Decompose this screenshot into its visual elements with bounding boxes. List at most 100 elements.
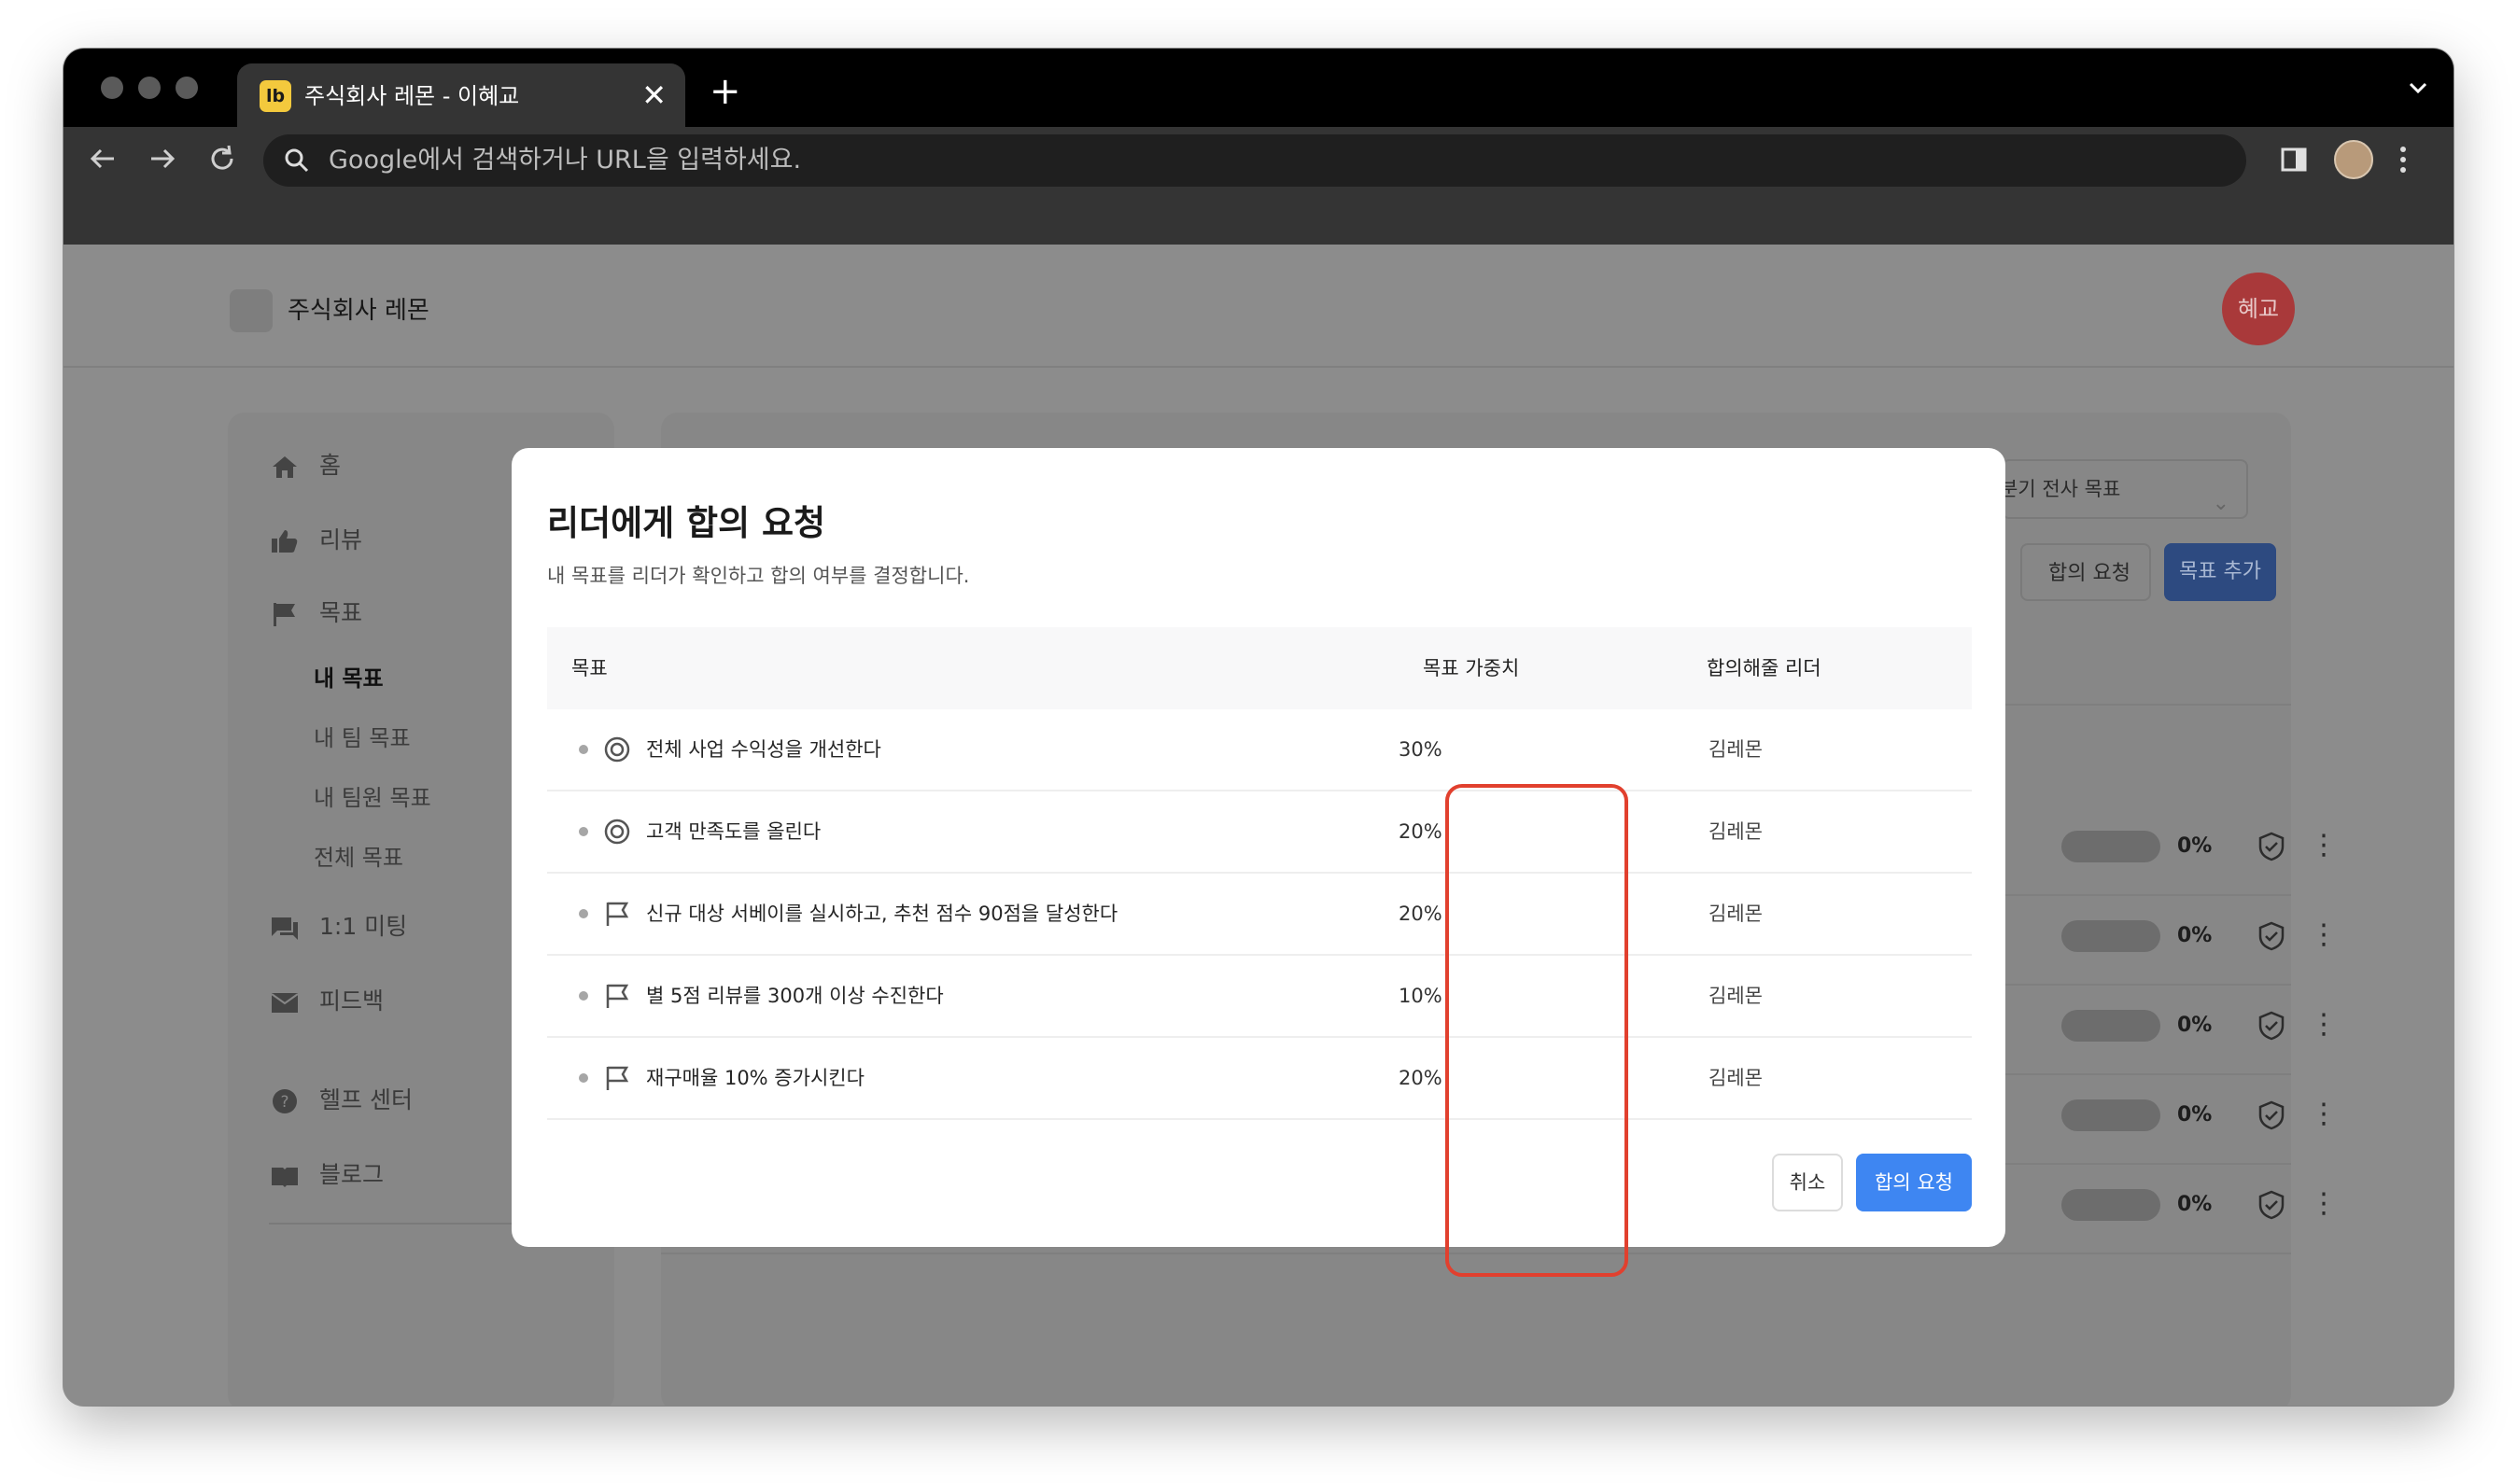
column-header-goal: 목표 (571, 657, 608, 679)
period-select-value: 분기 전사 목표 (2000, 478, 2121, 500)
sidebar-label: 헬프 센터 (319, 1086, 413, 1113)
goal-weight: 10% (1399, 985, 1442, 1007)
sidebar-item-meeting[interactable]: 1:1 미팅 (269, 911, 407, 943)
goal-title: 별 5점 리뷰를 300개 이상 수진한다 (646, 985, 944, 1007)
sidebar-subitem-team-goals[interactable]: 내 팀 목표 (314, 722, 411, 754)
back-icon[interactable] (84, 140, 121, 177)
browser-menu-icon[interactable] (2394, 144, 2412, 175)
more-icon[interactable]: ⋮ (2310, 829, 2338, 862)
add-goal-button[interactable]: 목표 추가 (2164, 543, 2276, 601)
goal-weight: 20% (1399, 1067, 1442, 1089)
table-header: 목표 목표 가중치 합의해줄 리더 (547, 627, 1972, 709)
sidebar-subitem-my-goals[interactable]: 내 목표 (314, 663, 384, 694)
progress-bar (2061, 1099, 2160, 1131)
progress-value: 0% (2177, 1014, 2213, 1037)
user-avatar[interactable]: 혜교 (2222, 273, 2295, 345)
progress-bar (2061, 1010, 2160, 1042)
sidebar-item-blog[interactable]: 블로그 (269, 1159, 384, 1191)
sidebar-subitem-all-goals[interactable]: 전체 목표 (314, 842, 403, 874)
flag-outline-icon (606, 1066, 629, 1090)
reload-icon[interactable] (204, 140, 241, 177)
app-page: 주식회사 레몬 혜교 홈 리뷰 목표 내 목표 내 팀 목표 내 팀원 목표 전… (63, 245, 2454, 1406)
company-name[interactable]: 주식회사 레몬 (288, 289, 429, 332)
progress-bar (2061, 831, 2160, 862)
new-tab-icon[interactable]: + (710, 73, 741, 110)
forward-icon[interactable] (144, 140, 181, 177)
check-shield-icon[interactable] (2256, 1010, 2287, 1042)
goal-title: 전체 사업 수익성을 개선한다 (646, 738, 881, 761)
table-row: 고객 만족도를 올린다 20% 김레몬 (547, 791, 1972, 874)
sidebar-label: 블로그 (319, 1161, 385, 1188)
help-icon: ? (273, 1089, 297, 1113)
period-select[interactable]: 분기 전사 목표 ⌄ (2000, 459, 2248, 519)
side-panel-icon[interactable] (2280, 146, 2308, 174)
address-placeholder: Google에서 검색하거나 URL을 입력하세요. (329, 146, 802, 175)
weight-column-highlight (1445, 784, 1628, 1277)
tab-list-chevron-icon[interactable] (2405, 75, 2431, 101)
more-icon[interactable]: ⋮ (2310, 1008, 2338, 1042)
sidebar-item-goals[interactable]: 목표 (269, 597, 362, 629)
goal-title: 재구매율 10% 증가시킨다 (646, 1067, 865, 1089)
flag-outline-icon (606, 902, 629, 926)
maximize-window-button[interactable] (176, 77, 198, 99)
sidebar-item-help[interactable]: ? 헬프 센터 (269, 1085, 413, 1116)
progress-value: 0% (2177, 1193, 2213, 1216)
more-icon[interactable]: ⋮ (2310, 1098, 2338, 1131)
goal-title: 고객 만족도를 올린다 (646, 820, 822, 843)
favicon-icon: lb (260, 80, 291, 112)
goal-leader: 김레몬 (1708, 738, 1763, 761)
progress-value: 0% (2177, 924, 2213, 947)
flag-icon (274, 603, 295, 626)
browser-window: lb 주식회사 레몬 - 이혜교 ✕ + Google에서 검색하거나 URL을… (63, 49, 2454, 1406)
sidebar-item-feedback[interactable]: 피드백 (269, 986, 384, 1017)
goal-leader: 김레몬 (1708, 1067, 1763, 1089)
target-icon (604, 819, 630, 845)
agreement-request-modal: 리더에게 합의 요청 내 목표를 리더가 확인하고 합의 여부를 결정합니다. … (512, 448, 2005, 1277)
column-header-weight: 목표 가중치 (1423, 657, 1520, 679)
bullet-icon (579, 991, 588, 1001)
check-shield-icon[interactable] (2256, 831, 2287, 862)
sidebar-label: 피드백 (319, 987, 385, 1015)
bullet-icon (579, 1073, 588, 1083)
check-shield-icon[interactable] (2256, 920, 2287, 952)
tab-close-icon[interactable]: ✕ (641, 78, 667, 112)
target-icon (604, 736, 630, 763)
goal-leader: 김레몬 (1708, 903, 1763, 925)
minimize-window-button[interactable] (138, 77, 161, 99)
table-row: 전체 사업 수익성을 개선한다 30% 김레몬 (547, 709, 1972, 791)
bullet-icon (579, 827, 588, 836)
close-window-button[interactable] (101, 77, 123, 99)
more-icon[interactable]: ⋮ (2310, 918, 2338, 952)
home-icon (273, 456, 297, 478)
building-icon (230, 289, 273, 332)
cancel-button[interactable]: 취소 (1772, 1154, 1843, 1211)
more-icon[interactable]: ⋮ (2310, 1187, 2338, 1221)
table-row: 별 5점 리뷰를 300개 이상 수진한다 10% 김레몬 (547, 956, 1972, 1038)
goal-weight: 20% (1399, 903, 1442, 925)
profile-avatar-icon[interactable] (2334, 140, 2373, 179)
sidebar-item-review[interactable]: 리뷰 (269, 525, 362, 556)
bullet-icon (579, 745, 588, 754)
goal-leader: 김레몬 (1708, 820, 1763, 843)
agree-request-button[interactable]: 합의 요청 (2020, 543, 2151, 601)
search-icon (285, 148, 309, 173)
table-row: 신규 대상 서베이를 실시하고, 추천 점수 90점을 달성한다 20% 김레몬 (547, 874, 1972, 956)
sidebar-label: 목표 (319, 599, 363, 626)
chevron-down-icon: ⌄ (2212, 492, 2229, 515)
check-shield-icon[interactable] (2256, 1099, 2287, 1131)
check-shield-icon[interactable] (2256, 1189, 2287, 1221)
address-bar[interactable]: Google에서 검색하거나 URL을 입력하세요. (263, 134, 2246, 187)
sidebar-label: 홈 (319, 452, 342, 479)
chat-icon (272, 917, 298, 940)
flag-outline-icon (606, 984, 629, 1008)
sidebar-item-home[interactable]: 홈 (269, 450, 341, 482)
goal-title: 신규 대상 서베이를 실시하고, 추천 점수 90점을 달성한다 (646, 903, 1118, 925)
goal-weight: 20% (1399, 820, 1442, 843)
goal-weight: 30% (1399, 738, 1442, 761)
progress-value: 0% (2177, 1103, 2213, 1127)
sidebar-subitem-member-goals[interactable]: 내 팀원 목표 (314, 782, 431, 814)
request-agreement-button[interactable]: 합의 요청 (1856, 1154, 1972, 1211)
browser-tab[interactable]: lb 주식회사 레몬 - 이혜교 ✕ (237, 63, 685, 127)
modal-title: 리더에게 합의 요청 (547, 503, 826, 543)
modal-subtitle: 내 목표를 리더가 확인하고 합의 여부를 결정합니다. (547, 565, 970, 587)
